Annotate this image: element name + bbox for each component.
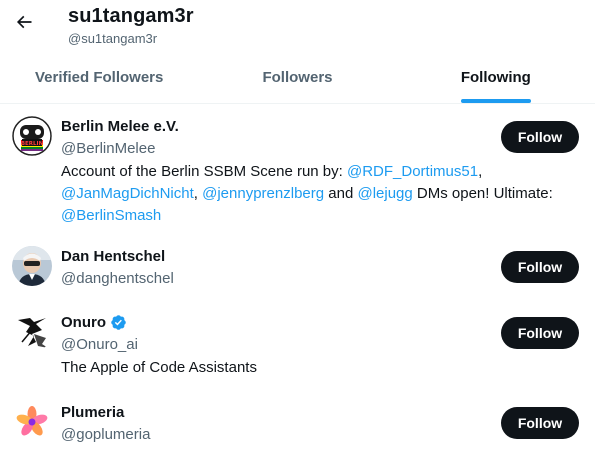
bio-text: Account of the Berlin SSBM Scene run by: <box>61 163 347 180</box>
tab-verified-followers[interactable]: Verified Followers <box>0 52 198 103</box>
user-name[interactable]: Dan Hentschel <box>61 248 165 265</box>
avatar[interactable] <box>12 402 52 442</box>
user-name-text: Berlin Melee e.V. <box>61 118 179 135</box>
avatar[interactable]: BERLIN <box>12 116 52 156</box>
user-cell[interactable]: BERLIN Berlin Melee e.V. @BerlinMelee Fo… <box>0 104 595 228</box>
page-subtitle: @su1tangam3r <box>68 31 158 46</box>
user-handle[interactable]: @danghentschel <box>61 270 174 287</box>
avatar[interactable] <box>12 312 52 352</box>
user-name[interactable]: Onuro <box>61 314 127 331</box>
mention-link[interactable]: @RDF_Dortimus51 <box>347 163 478 180</box>
tab-bar: Verified Followers Followers Following <box>0 52 595 104</box>
user-cell[interactable]: Dan Hentschel @danghentschel Follow <box>0 234 595 298</box>
user-bio: The Apple of Code Assistants <box>61 359 257 376</box>
tab-followers[interactable]: Followers <box>198 52 396 103</box>
user-name-text: Dan Hentschel <box>61 248 166 265</box>
tab-label: Verified Followers <box>34 69 164 86</box>
page-title: su1tangam3r <box>68 5 194 27</box>
mention-link[interactable]: @lejugg <box>357 185 412 202</box>
user-handle[interactable]: @BerlinMelee <box>61 140 155 157</box>
follow-button[interactable]: Follow <box>501 121 579 153</box>
mention-link[interactable]: @BerlinSmash <box>61 207 161 224</box>
user-name-text: Onuro <box>61 314 106 331</box>
bio-text: , <box>193 185 203 202</box>
profile-header: su1tangam3r @su1tangam3r <box>0 0 595 52</box>
mention-link[interactable]: @JanMagDichNicht <box>61 185 194 202</box>
verified-badge-icon <box>111 315 126 330</box>
tab-label: Followers <box>262 69 333 86</box>
follow-button[interactable]: Follow <box>501 407 579 439</box>
onuro-logo-icon <box>12 312 52 352</box>
user-handle[interactable]: @goplumeria <box>61 426 150 443</box>
berlin-melee-logo-icon: BERLIN <box>12 116 52 156</box>
user-name[interactable]: Plumeria <box>61 404 124 421</box>
back-arrow-icon <box>16 15 32 29</box>
user-name[interactable]: Berlin Melee e.V. <box>61 118 179 135</box>
user-cell[interactable]: Onuro @Onuro_ai Follow The Apple of Code… <box>0 300 595 386</box>
user-cell[interactable]: Plumeria @goplumeria Follow <box>0 390 595 454</box>
person-photo-icon <box>12 246 52 286</box>
user-bio: Account of the Berlin SSBM Scene run by:… <box>61 161 581 227</box>
user-name-text: Plumeria <box>61 404 125 421</box>
user-handle[interactable]: @Onuro_ai <box>61 336 138 353</box>
active-tab-indicator <box>460 99 531 103</box>
follow-button[interactable]: Follow <box>501 317 579 349</box>
back-button[interactable] <box>8 6 40 38</box>
mention-link[interactable]: @jennyprenzlberg <box>202 185 324 202</box>
follow-button[interactable]: Follow <box>501 251 579 283</box>
bio-text: , <box>478 163 483 180</box>
tab-label: Following <box>460 69 531 86</box>
svg-text:BERLIN: BERLIN <box>21 141 44 147</box>
bio-text: and <box>324 185 358 202</box>
plumeria-flower-icon <box>12 402 52 442</box>
bio-text: DMs open! Ultimate: <box>412 185 553 202</box>
avatar[interactable] <box>12 246 52 286</box>
tab-following[interactable]: Following <box>397 52 595 103</box>
